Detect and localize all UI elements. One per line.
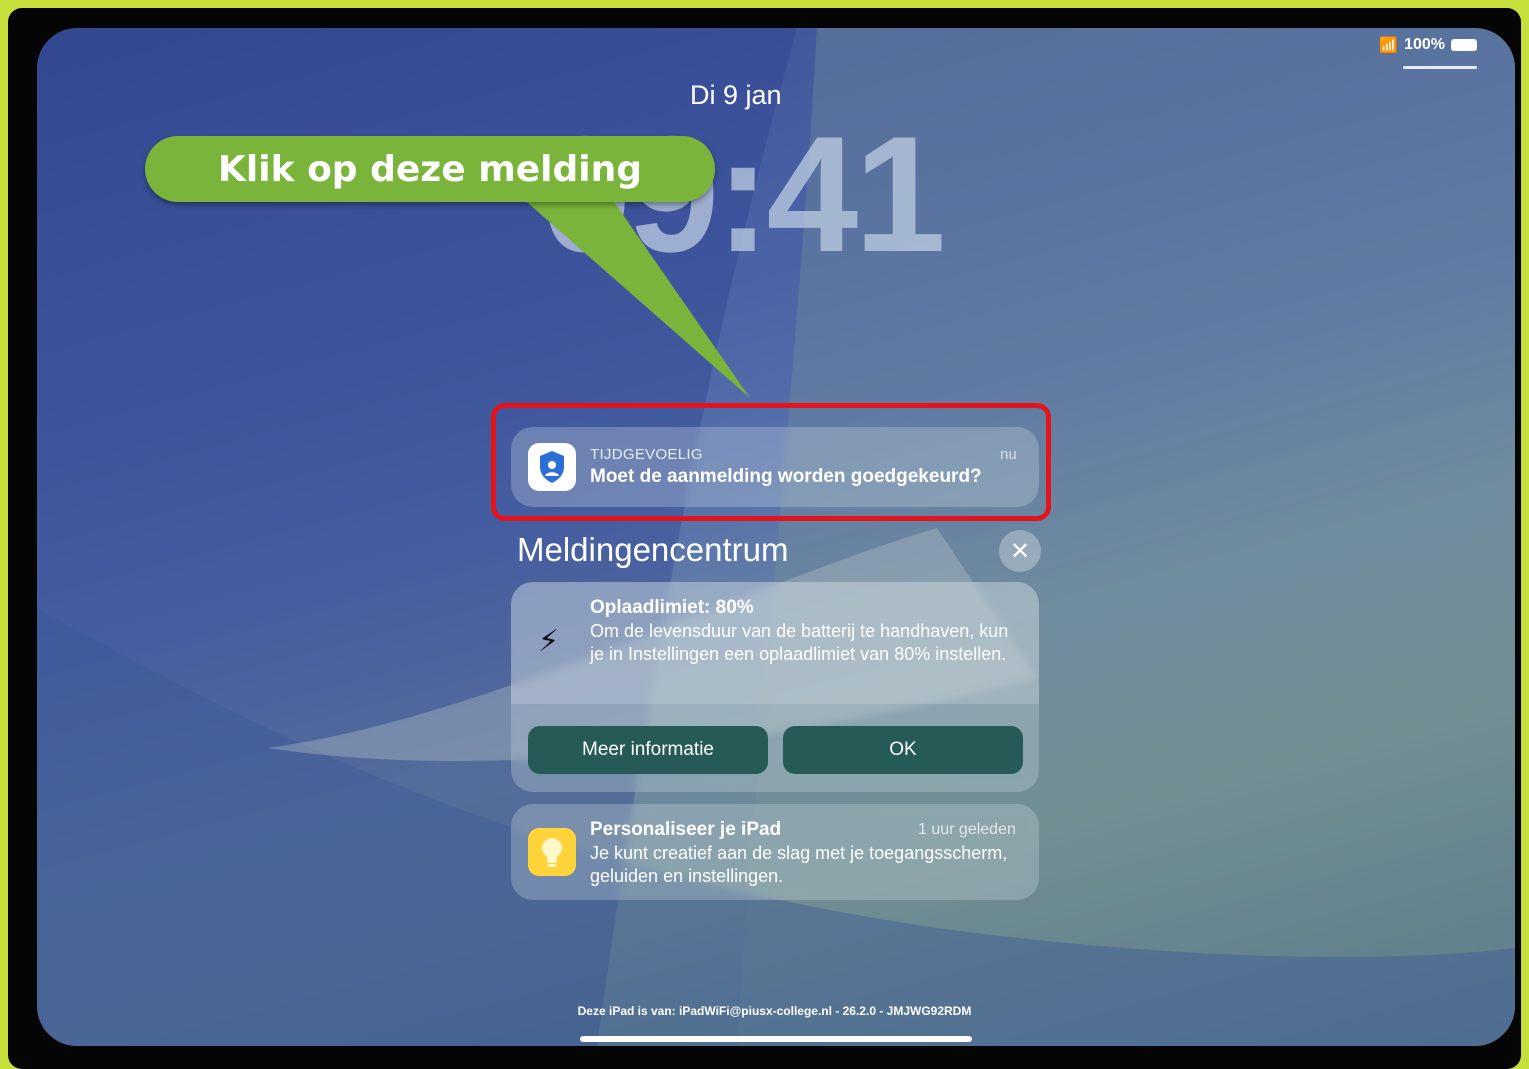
tips-title: Personaliseer je iPad <box>590 819 782 840</box>
tips-time: 1 uur geleden <box>918 821 1016 838</box>
more-info-button[interactable]: Meer informatie <box>528 726 768 774</box>
home-indicator[interactable] <box>580 1036 972 1042</box>
owner-footer: Deze iPad is van: iPadWiFi@piusx-college… <box>577 1004 972 1018</box>
tips-body: Je kunt creatief aan de slag met je toeg… <box>590 843 1008 886</box>
lightbulb-icon <box>528 828 576 876</box>
close-icon[interactable]: ✕ <box>999 530 1041 572</box>
callout-text: Klik op deze melding <box>218 148 642 190</box>
notification-center-title: Meldingencentrum <box>517 531 789 568</box>
instruction-callout: Klik op deze melding <box>145 136 715 202</box>
ok-button[interactable]: OK <box>783 726 1023 774</box>
highlight-box <box>491 403 1051 521</box>
charge-body: Om de levensduur van de batterij te hand… <box>590 621 1009 664</box>
charge-title: Oplaadlimiet: 80% <box>590 597 754 618</box>
bolt-icon: ⚡︎ <box>538 625 560 658</box>
